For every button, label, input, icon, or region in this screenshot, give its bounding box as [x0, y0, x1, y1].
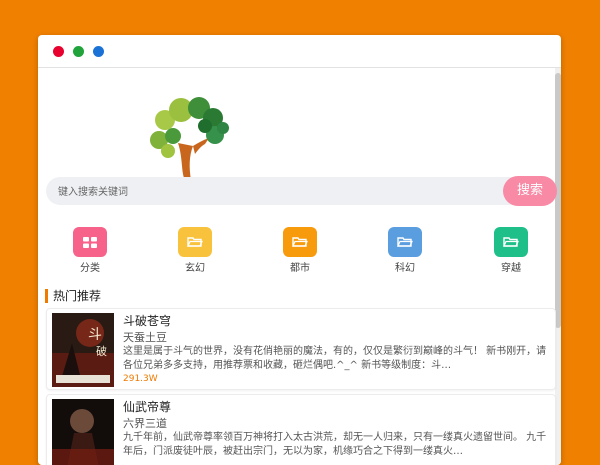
- book-author: 六界三道: [123, 417, 167, 430]
- folder-icon: [283, 227, 317, 257]
- svg-text:破: 破: [96, 344, 107, 358]
- category-label: 都市: [290, 263, 310, 274]
- category-label: 分类: [80, 263, 100, 274]
- section-title: 热门推荐: [45, 289, 101, 303]
- book-title: 斗破苍穹: [123, 314, 172, 328]
- book-card[interactable]: 斗 破 斗破苍穹 天蚕土豆 这里是属于斗气的世界，没有花俏艳丽的魔法，有的，仅仅…: [46, 308, 556, 390]
- book-card[interactable]: 仙武帝尊 六界三道 九千年前，仙武帝尊率领百万神将打入太古洪荒，却无一人归来，只…: [46, 394, 556, 465]
- svg-text:斗: 斗: [88, 327, 102, 343]
- book-popularity-count: 291.3W: [123, 374, 158, 384]
- window-titlebar: [38, 35, 561, 68]
- book-cover: 斗 破: [52, 313, 114, 387]
- category-item-kehuan[interactable]: 科幻: [375, 227, 435, 274]
- minimize-window-dot[interactable]: [73, 46, 84, 57]
- category-label: 玄幻: [185, 263, 205, 274]
- category-nav: 分类 玄幻 都市 科幻 穿越: [38, 227, 555, 274]
- search-bar: 搜索: [46, 176, 557, 207]
- book-description: 九千年前，仙武帝尊率领百万神将打入太古洪荒，却无一人归来，只有一缕真火遗留世间。…: [123, 432, 547, 457]
- scrollbar-thumb[interactable]: [555, 73, 561, 328]
- category-item-fenlei[interactable]: 分类: [60, 227, 120, 274]
- close-window-dot[interactable]: [53, 46, 64, 57]
- folder-icon: [388, 227, 422, 257]
- book-cover: [52, 399, 114, 465]
- maximize-window-dot[interactable]: [93, 46, 104, 57]
- category-label: 科幻: [395, 263, 415, 274]
- category-item-dushi[interactable]: 都市: [270, 227, 330, 274]
- logo-area: [38, 68, 555, 180]
- search-button[interactable]: 搜索: [503, 176, 557, 206]
- folder-icon: [178, 227, 212, 257]
- search-input[interactable]: [56, 177, 480, 207]
- browser-window: 搜索 分类 玄幻 都市: [38, 35, 561, 465]
- book-author: 天蚕土豆: [123, 331, 167, 344]
- book-description: 这里是属于斗气的世界，没有花俏艳丽的魔法，有的，仅仅是繁衍到巅峰的斗气！ 新书刚…: [123, 346, 547, 371]
- folder-icon: [494, 227, 528, 257]
- category-item-chuanyue[interactable]: 穿越: [481, 227, 541, 274]
- category-item-xuanhuan[interactable]: 玄幻: [165, 227, 225, 274]
- book-title: 仙武帝尊: [123, 400, 172, 414]
- grid-icon: [73, 227, 107, 257]
- category-label: 穿越: [501, 263, 521, 274]
